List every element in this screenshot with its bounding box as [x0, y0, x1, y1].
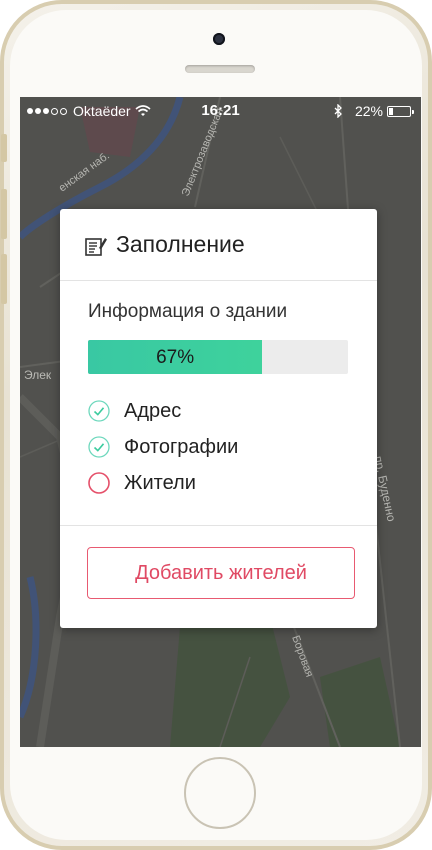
empty-circle-icon — [88, 472, 110, 494]
battery-group: 22% — [334, 103, 414, 119]
battery-percent: 22% — [354, 103, 383, 119]
card-title: Заполнение — [116, 231, 245, 257]
check-circle-icon — [88, 436, 110, 458]
bluetooth-icon — [334, 104, 342, 118]
status-bar: Oktaëder 16:21 22% — [20, 97, 421, 125]
list-item-label: Фотографии — [124, 436, 239, 458]
list-item-label: Жители — [124, 472, 196, 494]
fill-status-card: Заполнение Информация о здании 67% Адрес — [60, 209, 377, 628]
phone-frame: енская наб. Электрозаводская Элек пр. Бу… — [0, 0, 432, 850]
earpiece-speaker — [185, 65, 255, 73]
completion-progress-bar: 67% — [88, 340, 348, 374]
home-button[interactable] — [184, 757, 256, 829]
front-camera — [213, 33, 225, 45]
battery-icon — [387, 105, 414, 117]
list-item-label: Адрес — [124, 400, 182, 422]
card-header: Заполнение — [60, 209, 377, 281]
edit-note-icon — [85, 238, 107, 256]
volume-up-button — [1, 189, 7, 239]
battery-fill — [389, 107, 393, 115]
volume-down-button — [1, 254, 7, 304]
add-residents-button[interactable]: Добавить жителей — [87, 547, 355, 599]
progress-label: 67% — [156, 347, 195, 368]
section-title: Информация о здании — [88, 301, 288, 322]
card-divider — [60, 525, 377, 526]
mute-switch — [1, 134, 7, 162]
screen: енская наб. Электрозаводская Элек пр. Бу… — [20, 97, 421, 747]
check-circle-icon — [88, 400, 110, 422]
